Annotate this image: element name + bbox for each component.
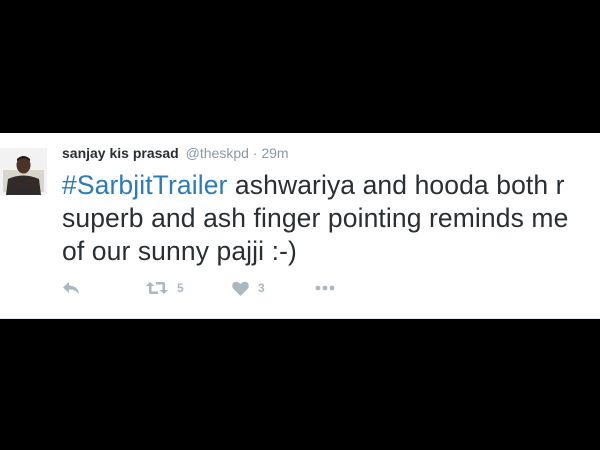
- more-button[interactable]: [315, 278, 335, 298]
- more-icon: [315, 285, 335, 291]
- like-count: 3: [258, 281, 265, 295]
- avatar-photo: [0, 148, 47, 195]
- retweet-button[interactable]: 5: [146, 278, 184, 298]
- user-handle[interactable]: @theskpd: [186, 145, 249, 161]
- retweet-icon: [146, 282, 168, 294]
- tweet-timestamp[interactable]: 29m: [261, 145, 288, 161]
- reply-button[interactable]: [62, 278, 80, 298]
- display-name[interactable]: sanjay kis prasad: [62, 145, 179, 161]
- tweet-actions: 5 3: [62, 278, 362, 298]
- avatar[interactable]: [0, 148, 47, 195]
- tweet-header: sanjay kis prasad @theskpd · 29m: [62, 144, 289, 162]
- tweet-text: #SarbjitTrailer ashwariya and hooda both…: [62, 169, 592, 268]
- separator-dot: ·: [252, 145, 258, 161]
- heart-icon: [232, 281, 249, 296]
- hashtag-link[interactable]: #SarbjitTrailer: [62, 170, 227, 200]
- tweet-card[interactable]: sanjay kis prasad @theskpd · 29m #Sarbji…: [0, 133, 600, 319]
- retweet-count: 5: [177, 281, 184, 295]
- like-button[interactable]: 3: [232, 278, 265, 298]
- reply-icon: [63, 282, 79, 294]
